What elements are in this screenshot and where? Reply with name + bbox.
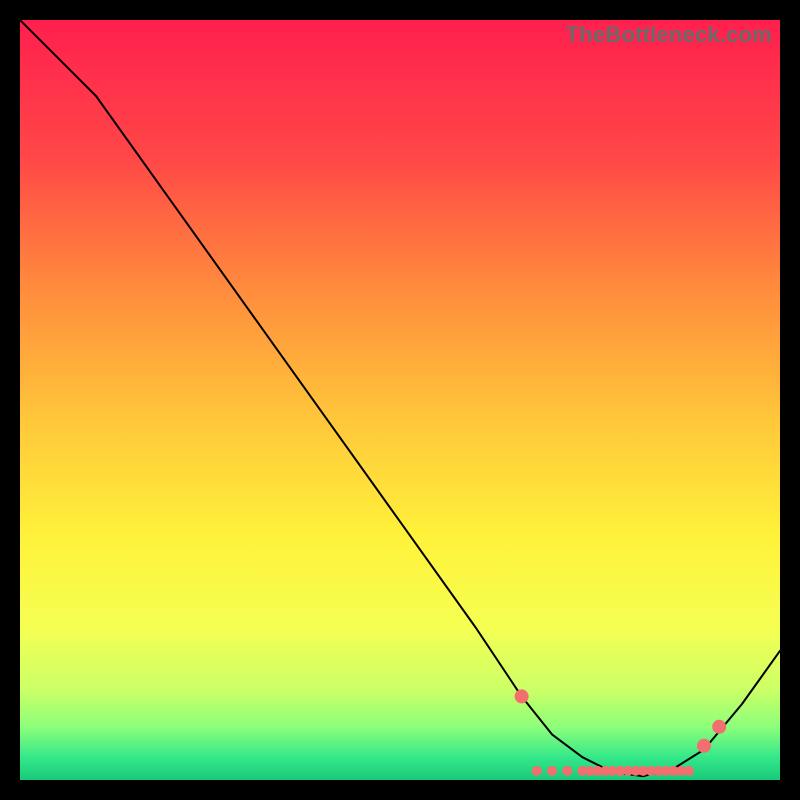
gradient-background <box>20 20 780 780</box>
marker-large <box>515 689 529 703</box>
marker-small <box>562 766 572 776</box>
marker-small <box>684 766 694 776</box>
chart-svg <box>20 20 780 780</box>
marker-large <box>712 720 726 734</box>
marker-large <box>697 739 711 753</box>
marker-small <box>547 766 557 776</box>
chart-frame: TheBottleneck.com <box>20 20 780 780</box>
watermark-text: TheBottleneck.com <box>566 22 772 48</box>
marker-small <box>532 766 542 776</box>
